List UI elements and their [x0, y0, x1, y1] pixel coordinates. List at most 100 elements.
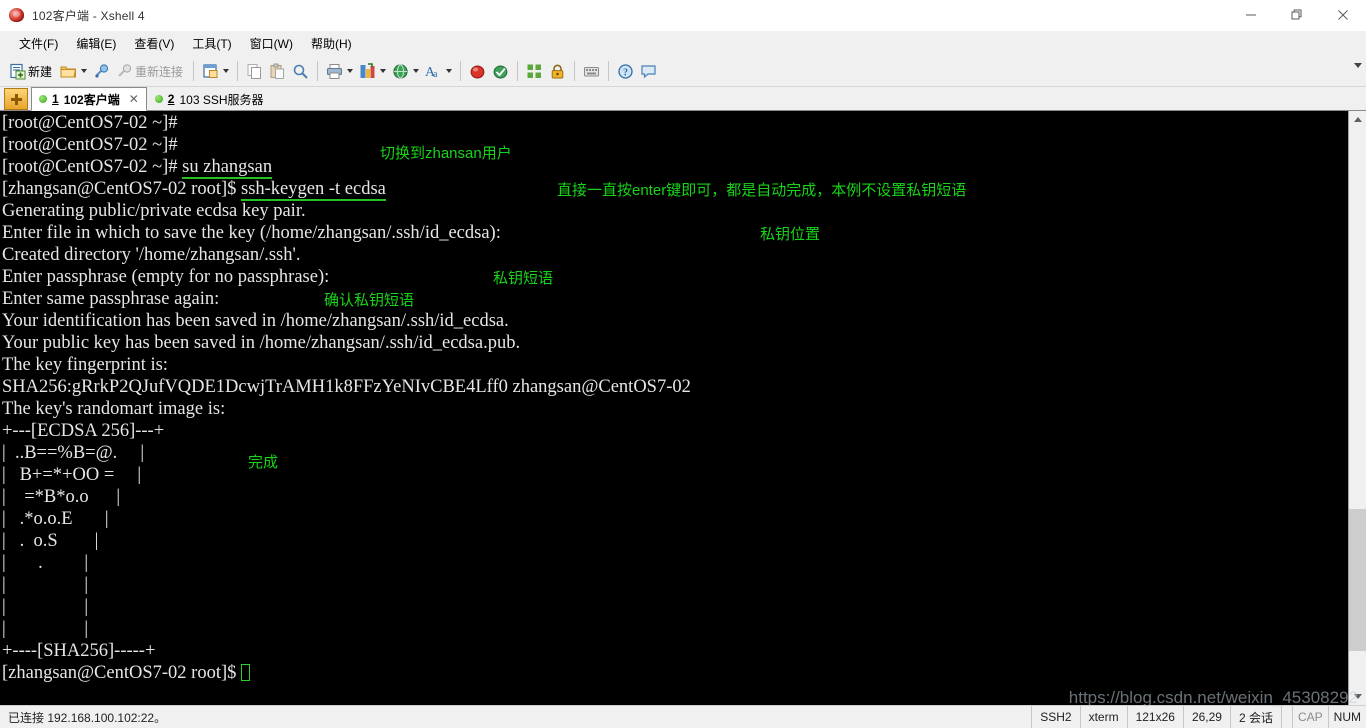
terminal-screen[interactable]: [root@CentOS7-02 ~]# [root@CentOS7-02 ~]#…	[0, 111, 1348, 705]
terminal-line: Enter passphrase (empty for no passphras…	[2, 267, 334, 287]
menu-view[interactable]: 查看(V)	[125, 32, 183, 55]
annotation-switch-user: 切换到zhansan用户	[380, 145, 512, 162]
chevron-down-icon[interactable]	[380, 69, 387, 73]
scrollbar-track[interactable]	[1349, 128, 1366, 688]
browser-button[interactable]	[389, 59, 422, 83]
xshell-button[interactable]	[466, 59, 489, 83]
terminal-line: [zhangsan@CentOS7-02 root]$	[2, 662, 691, 684]
terminal-line: [root@CentOS7-02 ~]#	[2, 113, 178, 133]
print-button[interactable]	[323, 59, 356, 83]
tab-close-icon[interactable]: ✕	[129, 93, 139, 105]
toolbar-divider-3	[317, 61, 319, 81]
terminal-line: Enter file in which to save the key (/ho…	[2, 223, 506, 243]
window-title: 102客户端 - Xshell 4	[32, 8, 145, 23]
xshell-window: 102客户端 - Xshell 4 文件(F) 编辑(E) 查看(V) 工具(T…	[0, 0, 1366, 728]
terminal-line: | |	[2, 597, 89, 617]
annotation-confirm-passphrase: 确认私钥短语	[324, 292, 415, 309]
menu-edit[interactable]: 编辑(E)	[67, 32, 125, 55]
annotation-key-location: 私钥位置	[760, 226, 821, 243]
tab-103-ssh-server[interactable]: 2 103 SSH服务器	[147, 87, 272, 110]
terminal-line: | =*B*o.o |	[2, 487, 121, 507]
paste-icon	[269, 63, 286, 80]
new-tab-button[interactable]	[4, 88, 28, 110]
feedback-button[interactable]	[637, 59, 660, 83]
printer-icon	[326, 63, 343, 80]
terminal-line: The key's randomart image is:	[2, 399, 226, 419]
annotation-done: 完成	[248, 454, 279, 471]
terminal-command-highlighted: su zhangsan	[182, 157, 273, 179]
toolbar: 新建 重新连接 A a ?	[0, 56, 1366, 87]
find-button[interactable]	[289, 59, 312, 83]
session-manager-button[interactable]	[199, 59, 232, 83]
transfer-button[interactable]	[356, 59, 389, 83]
tab-label: 102客户端	[63, 92, 120, 107]
search-icon	[292, 63, 309, 80]
terminal-line: | ..B==%B=@. |	[2, 443, 145, 463]
chevron-down-icon[interactable]	[223, 69, 230, 73]
globe-icon	[392, 63, 409, 80]
menu-tools[interactable]: 工具(T)	[183, 32, 240, 55]
terminal-line: | B+=*+OO = |	[2, 465, 142, 485]
sessions-icon	[202, 63, 219, 80]
close-button[interactable]	[1320, 0, 1366, 30]
lock-button[interactable]	[546, 59, 569, 83]
toolbar-divider-7	[608, 61, 610, 81]
menu-file[interactable]: 文件(F)	[10, 32, 67, 55]
xshell-logo-icon	[8, 6, 26, 24]
arrange-windows-icon	[526, 63, 543, 80]
font-button[interactable]: A a	[422, 59, 455, 83]
status-num: NUM	[1327, 706, 1366, 728]
xftp-icon	[492, 63, 509, 80]
chevron-down-icon[interactable]	[413, 69, 420, 73]
terminal-line: The key fingerprint is:	[2, 355, 168, 375]
terminal-line: SHA256:gRrkP2QJufVQDE1DcwjTrAMH1k8FFzYeN…	[2, 377, 691, 397]
status-term-type: xterm	[1079, 706, 1127, 728]
minimize-button[interactable]	[1228, 0, 1274, 30]
lock-icon	[549, 63, 566, 80]
status-bar: 已连接 192.168.100.102:22。 https://blog.csd…	[0, 688, 1366, 728]
keyboard-icon	[583, 63, 600, 80]
maximize-button[interactable]	[1274, 0, 1320, 30]
terminal-line: [root@CentOS7-02 ~]# su zhangsan	[2, 156, 691, 179]
reconnect-button[interactable]: 重新连接	[113, 59, 188, 83]
menu-window[interactable]: 窗口(W)	[241, 32, 302, 55]
terminal-line: | . o.S |	[2, 531, 99, 551]
help-button[interactable]: ?	[614, 59, 637, 83]
chevron-down-icon[interactable]	[347, 69, 354, 73]
status-size: 121x26	[1126, 706, 1183, 728]
chevron-down-icon[interactable]	[81, 69, 88, 73]
new-session-label: 新建	[28, 64, 53, 79]
terminal-scrollbar[interactable]	[1348, 111, 1366, 705]
help-icon: ?	[617, 63, 634, 80]
scroll-up-button[interactable]	[1349, 111, 1366, 128]
scrollbar-thumb[interactable]	[1349, 508, 1366, 651]
chevron-down-icon[interactable]	[446, 69, 453, 73]
window-controls	[1228, 0, 1366, 30]
status-protocol: SSH2	[1031, 706, 1079, 728]
menu-bar: 文件(F) 编辑(E) 查看(V) 工具(T) 窗口(W) 帮助(H)	[0, 31, 1366, 56]
annotation-press-enter: 直接一直按enter键即可，都是自动完成，本例不设置私钥短语	[557, 182, 967, 199]
keyboard-button[interactable]	[580, 59, 603, 83]
connect-button[interactable]	[90, 59, 113, 83]
status-spacer	[1280, 706, 1292, 728]
plug-disconnect-icon	[116, 63, 133, 80]
font-icon: A a	[425, 63, 442, 80]
copy-button[interactable]	[243, 59, 266, 83]
menu-help[interactable]: 帮助(H)	[302, 32, 361, 55]
terminal-line: +---[ECDSA 256]---+	[2, 421, 165, 441]
paste-button[interactable]	[266, 59, 289, 83]
open-folder-button[interactable]	[57, 59, 90, 83]
arrange-button[interactable]	[523, 59, 546, 83]
terminal-line: Generating public/private ecdsa key pair…	[2, 201, 306, 221]
scroll-down-button[interactable]	[1349, 688, 1366, 705]
new-session-button[interactable]: 新建	[6, 59, 57, 83]
terminal-area: [root@CentOS7-02 ~]# [root@CentOS7-02 ~]#…	[0, 111, 1366, 705]
speech-bubble-icon	[640, 63, 657, 80]
xftp-button[interactable]	[489, 59, 512, 83]
status-sessions: 2 会话	[1229, 706, 1281, 728]
status-cells: SSH2 xterm 121x26 26,29 2 会话 CAP NUM	[1031, 706, 1366, 728]
toolbar-overflow-icon[interactable]	[1354, 63, 1362, 68]
tab-102-client[interactable]: 1 102客户端 ✕	[31, 87, 147, 111]
terminal-line: [root@CentOS7-02 ~]#	[2, 135, 178, 155]
terminal-line: Created directory '/home/zhangsan/.ssh'.	[2, 245, 301, 265]
